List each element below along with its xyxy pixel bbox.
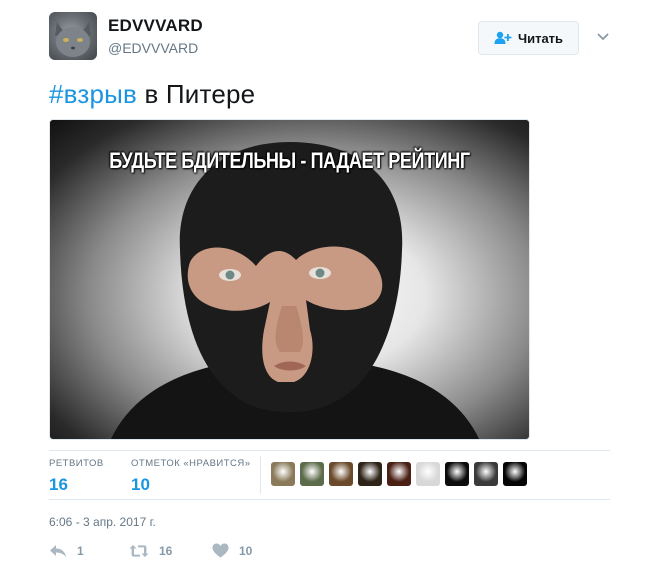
retweet-button[interactable]: 16 xyxy=(129,544,212,558)
liker-avatar[interactable] xyxy=(358,462,382,486)
retweet-icon xyxy=(129,544,149,558)
retweets-stat-label: РЕТВИТОВ xyxy=(49,458,104,469)
liker-avatar[interactable] xyxy=(271,462,295,486)
author-fullname[interactable]: EDVVVARD xyxy=(108,16,203,36)
avatar[interactable] xyxy=(49,12,97,60)
more-options-chevron-down-icon[interactable] xyxy=(596,30,610,44)
media-caption: БУДЬТЕ БДИТЕЛЬНЫ - ПАДАЕТ РЕЙТИНГ xyxy=(109,148,470,173)
stats-divider-top xyxy=(49,450,610,451)
stats-vertical-divider xyxy=(260,456,261,494)
likes-stat-label: ОТМЕТОК «НРАВИТСЯ» xyxy=(131,458,251,469)
retweets-stat[interactable]: РЕТВИТОВ 16 xyxy=(49,458,104,495)
add-user-icon xyxy=(494,31,512,45)
cat-avatar-icon xyxy=(55,22,91,57)
liker-avatar[interactable] xyxy=(445,462,469,486)
likers-avatar-list xyxy=(271,462,527,486)
tweet-author[interactable]: EDVVVARD @EDVVVARD xyxy=(108,16,203,56)
tweet-text: #взрыв в Питере xyxy=(49,78,255,110)
liker-avatar[interactable] xyxy=(416,462,440,486)
liker-avatar[interactable] xyxy=(474,462,498,486)
liker-avatar[interactable] xyxy=(387,462,411,486)
likes-stat-value: 10 xyxy=(131,475,150,494)
reply-icon xyxy=(49,544,67,558)
likes-stat[interactable]: ОТМЕТОК «НРАВИТСЯ» 10 xyxy=(131,458,251,495)
reply-button[interactable]: 1 xyxy=(49,544,129,558)
author-handle[interactable]: @EDVVVARD xyxy=(108,40,203,56)
liker-avatar[interactable] xyxy=(329,462,353,486)
stats-divider-bottom xyxy=(49,499,610,500)
hashtag-link[interactable]: #взрыв xyxy=(49,79,137,109)
liker-avatar[interactable] xyxy=(300,462,324,486)
tweet-timestamp[interactable]: 6:06 - 3 апр. 2017 г. xyxy=(49,515,156,529)
follow-button[interactable]: Читать xyxy=(478,21,579,55)
like-button[interactable]: 10 xyxy=(212,543,292,558)
tweet-media-image[interactable]: БУДЬТЕ БДИТЕЛЬНЫ - ПАДАЕТ РЕЙТИНГ xyxy=(49,119,530,440)
reply-count: 1 xyxy=(77,543,84,558)
like-count: 10 xyxy=(239,543,253,558)
tweet-actions: 1 16 10 xyxy=(49,543,292,558)
follow-button-label: Читать xyxy=(517,30,564,46)
heart-icon xyxy=(212,543,229,558)
tweet-text-rest: в Питере xyxy=(137,79,256,109)
retweet-count: 16 xyxy=(159,543,173,558)
retweets-stat-value: 16 xyxy=(49,475,68,494)
liker-avatar[interactable] xyxy=(503,462,527,486)
